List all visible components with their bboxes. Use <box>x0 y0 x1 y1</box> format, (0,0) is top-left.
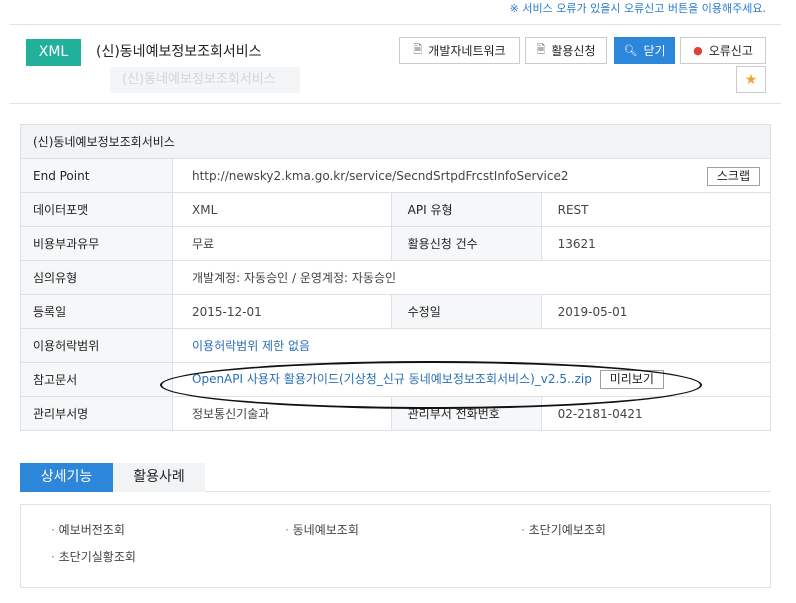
apply-label: 활용신청 <box>551 44 596 58</box>
reg-date-value: 2015-12-01 <box>172 294 392 329</box>
tab-bar: 상세기능 활용사례 <box>20 463 771 492</box>
fee-value: 무료 <box>172 226 392 261</box>
developer-network-button[interactable]: 🗎 개발자네트워크 <box>399 37 520 64</box>
fee-label: 비용부과유무 <box>20 226 173 261</box>
endpoint-label: End Point <box>20 158 173 193</box>
service-info-table: (신)동네예보정보조회서비스 End Point http://newsky2.… <box>20 124 772 431</box>
document-icon: 🗎 <box>536 43 546 56</box>
endpoint-cell: http://newsky2.kma.go.kr/service/SecndSr… <box>172 158 771 193</box>
table-row: 심의유형 개발계정: 자동승인 / 운영계정: 자동승인 <box>20 260 771 295</box>
ref-doc-cell: OpenAPI 사용자 활용가이드(기상청_신규 동네예보정보조회서비스)_v2… <box>172 362 771 397</box>
preview-button[interactable]: 미리보기 <box>599 370 664 389</box>
mod-date-label: 수정일 <box>390 294 542 329</box>
feature-item[interactable]: 초단기실황조회 <box>51 548 136 565</box>
report-error-button[interactable]: ● 오류신고 <box>680 37 766 64</box>
review-type-label: 심의유형 <box>20 260 173 295</box>
data-format-value: XML <box>172 192 392 227</box>
exclamation-icon: ● <box>693 44 703 57</box>
apply-button[interactable]: 🗎 활용신청 <box>525 37 607 64</box>
ref-doc-label: 참고문서 <box>20 362 173 397</box>
table-row: End Point http://newsky2.kma.go.kr/servi… <box>20 158 771 193</box>
page-title: (신)동네예보정보조회서비스 <box>96 44 262 60</box>
feature-item[interactable]: 초단기예보조회 <box>521 521 606 538</box>
table-row: 데이터포맷 XML API 유형 REST <box>20 192 772 227</box>
service-header: XML (신)동네예보정보조회서비스 (신)동네예보정보조회서비스 🗎 개발자네… <box>10 24 781 104</box>
table-row: 등록일 2015-12-01 수정일 2019-05-01 <box>20 294 772 329</box>
feature-item[interactable]: 예보버전조회 <box>51 521 125 538</box>
document-icon: 🗎 <box>413 43 423 56</box>
reg-date-label: 등록일 <box>20 294 173 329</box>
api-type-label: API 유형 <box>390 192 542 227</box>
license-link[interactable]: 이용허락범위 제한 없음 <box>192 339 310 353</box>
scrap-button[interactable]: 스크랩 <box>706 167 760 186</box>
table-row: 비용부과유무 무료 활용신청 건수 13621 <box>20 226 772 261</box>
table-row: 관리부서명 정보통신기술과 관리부서 전화번호 02-2181-0421 <box>20 396 772 431</box>
close-label: 닫기 <box>643 44 666 58</box>
data-format-label: 데이터포맷 <box>20 192 173 227</box>
api-type-value: REST <box>540 192 772 227</box>
table-row: 참고문서 OpenAPI 사용자 활용가이드(기상청_신규 동네예보정보조회서비… <box>20 362 771 397</box>
license-label: 이용허락범위 <box>20 328 173 363</box>
dept-phone-value: 02-2181-0421 <box>540 396 772 431</box>
table-caption: (신)동네예보정보조회서비스 <box>20 124 771 159</box>
report-error-label: 오류신고 <box>708 44 753 58</box>
dept-value: 정보통신기술과 <box>172 396 392 431</box>
search-icon: 🔍︎ <box>623 44 638 57</box>
star-icon: ★ <box>744 71 758 88</box>
favorite-button[interactable]: ★ <box>736 66 766 93</box>
tab-detail-features[interactable]: 상세기능 <box>20 463 113 492</box>
tab-use-cases[interactable]: 활용사례 <box>113 463 205 492</box>
license-cell: 이용허락범위 제한 없음 <box>172 328 771 363</box>
developer-network-label: 개발자네트워크 <box>428 44 506 58</box>
feature-list: 예보버전조회 동네예보조회 초단기예보조회 초단기실황조회 <box>20 504 771 588</box>
title-tooltip: (신)동네예보정보조회서비스 <box>110 67 300 93</box>
format-badge: XML <box>26 39 81 66</box>
review-type-value: 개발계정: 자동승인 / 운영계정: 자동승인 <box>172 260 771 295</box>
dept-phone-label: 관리부서 전화번호 <box>390 396 542 431</box>
dept-label: 관리부서명 <box>20 396 173 431</box>
close-button[interactable]: 🔍︎ 닫기 <box>614 37 675 64</box>
error-report-notice: ※ 서비스 오류가 있을시 오류신고 버튼을 이용해주세요. <box>509 2 766 15</box>
mod-date-value: 2019-05-01 <box>540 294 772 329</box>
apply-count-value: 13621 <box>540 226 772 261</box>
apply-count-label: 활용신청 건수 <box>390 226 542 261</box>
table-row: 이용허락범위 이용허락범위 제한 없음 <box>20 328 771 363</box>
feature-item[interactable]: 동네예보조회 <box>285 521 359 538</box>
endpoint-value: http://newsky2.kma.go.kr/service/SecndSr… <box>192 168 569 183</box>
ref-doc-link[interactable]: OpenAPI 사용자 활용가이드(기상청_신규 동네예보정보조회서비스)_v2… <box>192 372 592 386</box>
